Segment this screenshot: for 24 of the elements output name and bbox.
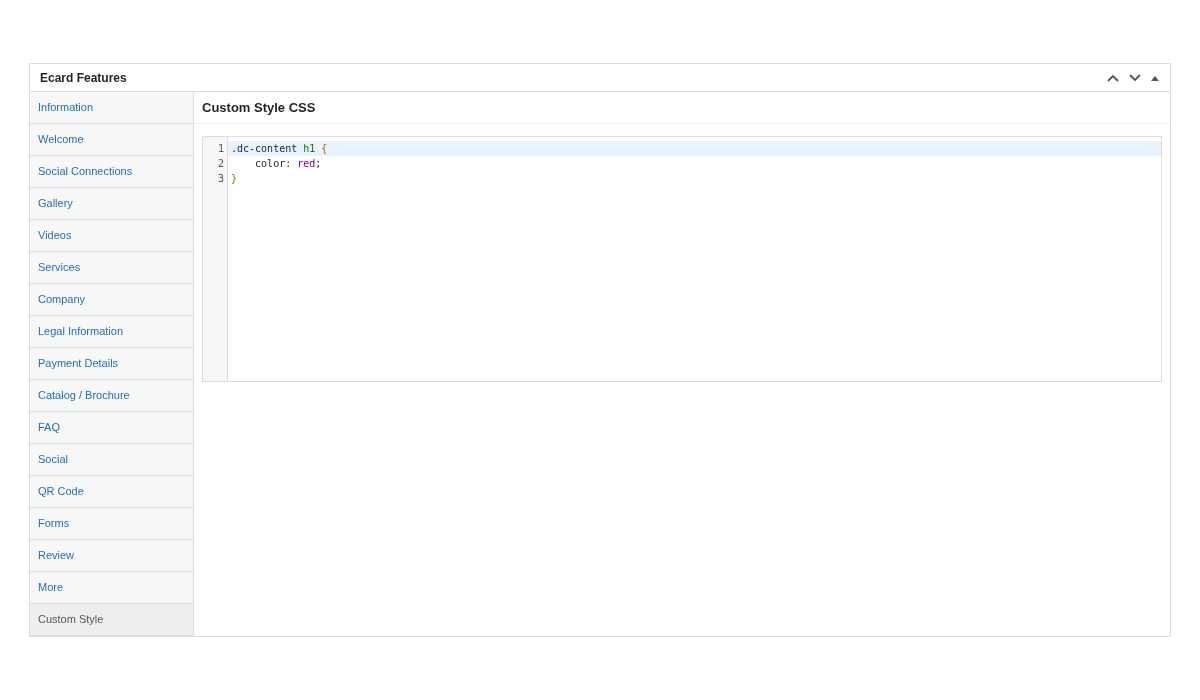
section-title: Custom Style CSS [202, 98, 316, 117]
code-editor[interactable]: 1 2 3 .dc-content h1 { color: red; } [202, 136, 1162, 382]
sidebar-tab[interactable]: QR Code [30, 476, 193, 508]
sidebar-tab[interactable]: Custom Style [30, 604, 193, 636]
line-number: 1 [216, 142, 225, 156]
sidebar-tab[interactable]: Services [30, 252, 193, 284]
code-line: color: red; [254, 157, 323, 171]
sidebar-tab[interactable]: Review [30, 540, 193, 572]
sidebar-tab[interactable]: Gallery [30, 188, 193, 220]
sidebar-tab[interactable]: FAQ [30, 412, 193, 444]
sidebar-tab[interactable]: Forms [30, 508, 193, 540]
sidebar-tab[interactable]: Social [30, 444, 193, 476]
sidebar-tab[interactable]: Catalog / Brochure [30, 380, 193, 412]
line-number: 3 [216, 172, 225, 186]
sidebar-tab[interactable]: Videos [30, 220, 193, 252]
line-number: 2 [216, 157, 225, 171]
sidebar-tab[interactable]: Company [30, 284, 193, 316]
code-line: } [230, 172, 239, 186]
sidebar-tab[interactable]: Welcome [30, 124, 193, 156]
sidebar-tab[interactable]: Social Connections [30, 156, 193, 188]
sidebar-tab[interactable]: Legal Information [30, 316, 193, 348]
sidebar-tab[interactable]: Information [30, 92, 193, 124]
panel-title: Ecard Features [40, 69, 127, 87]
sidebar-tab[interactable]: Payment Details [30, 348, 193, 380]
